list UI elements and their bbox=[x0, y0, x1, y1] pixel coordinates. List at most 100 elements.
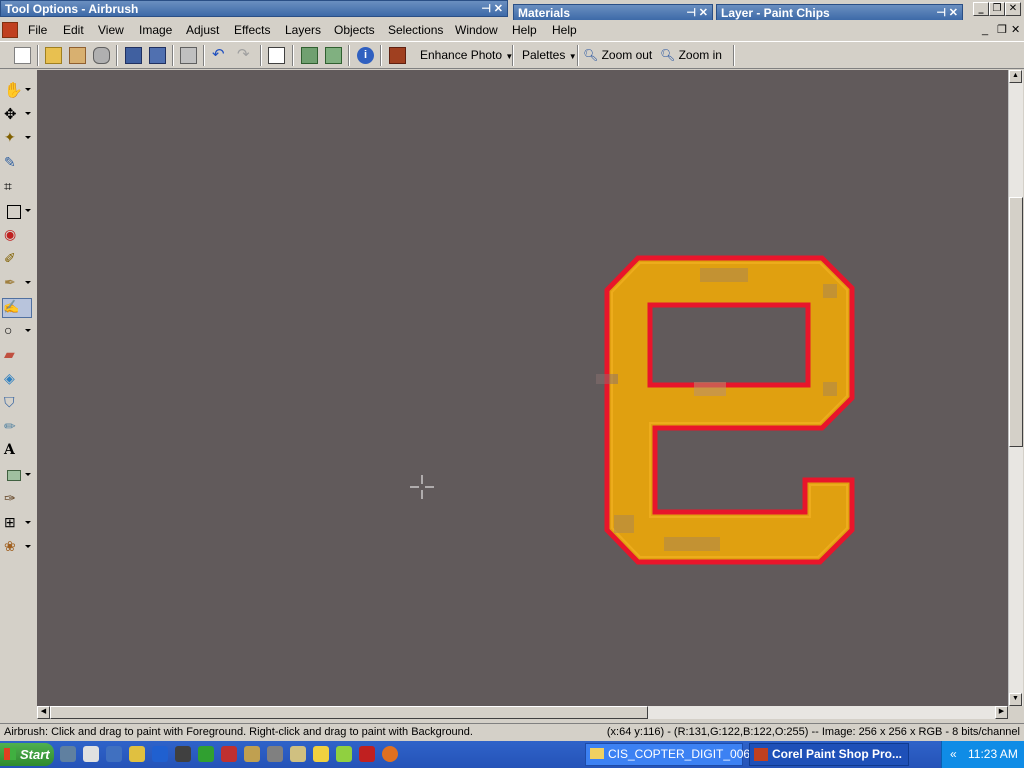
deform-tool-icon[interactable] bbox=[4, 202, 22, 220]
pin-icon[interactable]: ⊣ bbox=[481, 1, 491, 18]
print-icon[interactable] bbox=[180, 47, 197, 64]
layer-title[interactable]: Layer - Paint Chips ⊣ ✕ bbox=[716, 4, 963, 21]
scanner-icon[interactable] bbox=[93, 47, 110, 64]
quicklaunch-icon[interactable] bbox=[359, 746, 375, 762]
menu-objects[interactable]: Objects bbox=[334, 23, 375, 37]
picture-tube-icon[interactable]: ❀ bbox=[4, 538, 22, 556]
fill-icon[interactable]: ◈ bbox=[4, 370, 22, 388]
horizontal-scroll-thumb[interactable] bbox=[50, 706, 648, 719]
vertical-scrollbar[interactable]: ▲ ▼ bbox=[1008, 70, 1023, 706]
palettes-button[interactable]: Palettes ▼ bbox=[522, 48, 577, 62]
vertical-scroll-thumb[interactable] bbox=[1009, 197, 1023, 447]
materials-title[interactable]: Materials ⊣ ✕ bbox=[513, 4, 713, 21]
doc-minimize-button[interactable]: _ bbox=[982, 24, 988, 36]
pan-tool-icon[interactable]: ✋ bbox=[4, 81, 23, 99]
chevron-down-icon[interactable] bbox=[25, 545, 31, 548]
menu-adjust[interactable]: Adjust bbox=[186, 23, 219, 37]
mesh-warp-icon[interactable]: ⊞ bbox=[4, 514, 22, 532]
menu-edit[interactable]: Edit bbox=[63, 23, 84, 37]
menu-window[interactable]: Window bbox=[455, 23, 498, 37]
app-restore-button[interactable]: ❐ bbox=[989, 2, 1005, 16]
image-canvas[interactable] bbox=[37, 70, 1008, 706]
flood-fill-icon[interactable]: ⛉ bbox=[4, 394, 22, 412]
eraser-icon[interactable]: ▰ bbox=[4, 346, 22, 364]
quicklaunch-icon[interactable] bbox=[382, 746, 398, 762]
resize-icon[interactable] bbox=[268, 47, 285, 64]
undo-icon[interactable]: ↶ bbox=[212, 47, 229, 64]
menu-effects[interactable]: Effects bbox=[234, 23, 270, 37]
zoom-in-button[interactable]: 🔍︎ Zoom in bbox=[660, 48, 722, 62]
quicklaunch-icon[interactable] bbox=[313, 746, 329, 762]
doc-restore-button[interactable]: ❐ bbox=[997, 23, 1007, 36]
pen-tool-icon[interactable]: ✏ bbox=[4, 418, 22, 436]
menu-view[interactable]: View bbox=[98, 23, 124, 37]
quicklaunch-icon[interactable] bbox=[336, 746, 352, 762]
chevron-down-icon[interactable] bbox=[25, 209, 31, 212]
horizontal-scrollbar[interactable]: ◀ ▶ bbox=[37, 706, 1008, 719]
close-icon[interactable]: ✕ bbox=[494, 1, 503, 18]
quicklaunch-icon[interactable] bbox=[290, 746, 306, 762]
quicklaunch-icon[interactable] bbox=[198, 746, 214, 762]
info-icon[interactable]: i bbox=[357, 47, 374, 64]
menu-help-2[interactable]: Help bbox=[552, 23, 577, 37]
app-icon[interactable] bbox=[2, 22, 18, 38]
quicklaunch-icon[interactable] bbox=[83, 746, 99, 762]
quicklaunch-icon[interactable] bbox=[221, 746, 237, 762]
quicklaunch-icon[interactable] bbox=[60, 746, 76, 762]
chevron-down-icon[interactable] bbox=[25, 112, 31, 115]
enhance-photo-icon[interactable] bbox=[389, 47, 406, 64]
chevron-down-icon[interactable] bbox=[25, 88, 31, 91]
clone-brush-icon[interactable]: ✒ bbox=[4, 274, 22, 292]
menu-file[interactable]: File bbox=[28, 23, 47, 37]
makeover-icon[interactable]: ✐ bbox=[4, 250, 22, 268]
enhance-photo-button[interactable]: Enhance Photo ▼ bbox=[420, 48, 513, 62]
scroll-left-icon[interactable]: ◀ bbox=[37, 706, 50, 719]
airbrush-icon[interactable]: ✍ bbox=[2, 298, 32, 318]
dropper-icon[interactable]: ✎ bbox=[4, 154, 22, 172]
quicklaunch-icon[interactable] bbox=[129, 746, 145, 762]
redo-icon[interactable]: ↷ bbox=[237, 47, 254, 64]
start-button[interactable]: Start bbox=[0, 743, 54, 766]
magic-wand-icon[interactable]: ✦ bbox=[4, 129, 22, 147]
menu-selections[interactable]: Selections bbox=[388, 23, 443, 37]
red-eye-icon[interactable]: ◉ bbox=[4, 226, 22, 244]
scroll-right-icon[interactable]: ▶ bbox=[995, 706, 1008, 719]
task-paintshop[interactable]: Corel Paint Shop Pro... bbox=[749, 743, 909, 766]
preset-shape-icon[interactable] bbox=[4, 466, 22, 484]
quicklaunch-icon[interactable] bbox=[267, 746, 283, 762]
chevron-down-icon[interactable] bbox=[25, 136, 31, 139]
refresh-icon[interactable] bbox=[301, 47, 318, 64]
quicklaunch-icon[interactable] bbox=[244, 746, 260, 762]
quicklaunch-icon[interactable] bbox=[152, 746, 168, 762]
chevron-down-icon[interactable] bbox=[25, 521, 31, 524]
open-folder-icon[interactable] bbox=[45, 47, 62, 64]
browser-icon[interactable] bbox=[325, 47, 342, 64]
new-file-icon[interactable] bbox=[14, 47, 31, 64]
menu-image[interactable]: Image bbox=[139, 23, 172, 37]
task-folder[interactable]: CIS_COPTER_DIGIT_006 bbox=[585, 743, 750, 766]
quicklaunch-icon[interactable] bbox=[106, 746, 122, 762]
tool-options-title[interactable]: Tool Options - Airbrush ⊣ ✕ bbox=[0, 0, 508, 17]
zoom-out-button[interactable]: 🔍︎ Zoom out bbox=[583, 48, 652, 62]
doc-close-button[interactable]: ✕ bbox=[1011, 23, 1020, 36]
tray-chevron-icon[interactable]: « bbox=[950, 741, 957, 768]
chevron-down-icon[interactable] bbox=[25, 473, 31, 476]
scroll-up-icon[interactable]: ▲ bbox=[1009, 70, 1022, 83]
draw-tool-icon[interactable]: ✑ bbox=[4, 490, 22, 508]
save-icon[interactable] bbox=[125, 47, 142, 64]
browse-icon[interactable] bbox=[69, 47, 86, 64]
text-tool-icon[interactable]: A bbox=[4, 442, 22, 460]
app-minimize-button[interactable]: _ bbox=[973, 2, 989, 16]
app-close-button[interactable]: ✕ bbox=[1005, 2, 1021, 16]
crop-icon[interactable]: ⌗ bbox=[4, 178, 22, 196]
menu-layers[interactable]: Layers bbox=[285, 23, 321, 37]
move-tool-icon[interactable]: ✥ bbox=[4, 105, 22, 123]
quicklaunch-icon[interactable] bbox=[175, 746, 191, 762]
shape-tool-icon[interactable]: ○ bbox=[4, 322, 22, 340]
clock[interactable]: 11:23 AM bbox=[968, 741, 1018, 768]
menu-help[interactable]: Help bbox=[512, 23, 537, 37]
save-as-icon[interactable] bbox=[149, 47, 166, 64]
chevron-down-icon[interactable] bbox=[25, 281, 31, 284]
chevron-down-icon[interactable] bbox=[25, 329, 31, 332]
scroll-down-icon[interactable]: ▼ bbox=[1009, 693, 1022, 706]
